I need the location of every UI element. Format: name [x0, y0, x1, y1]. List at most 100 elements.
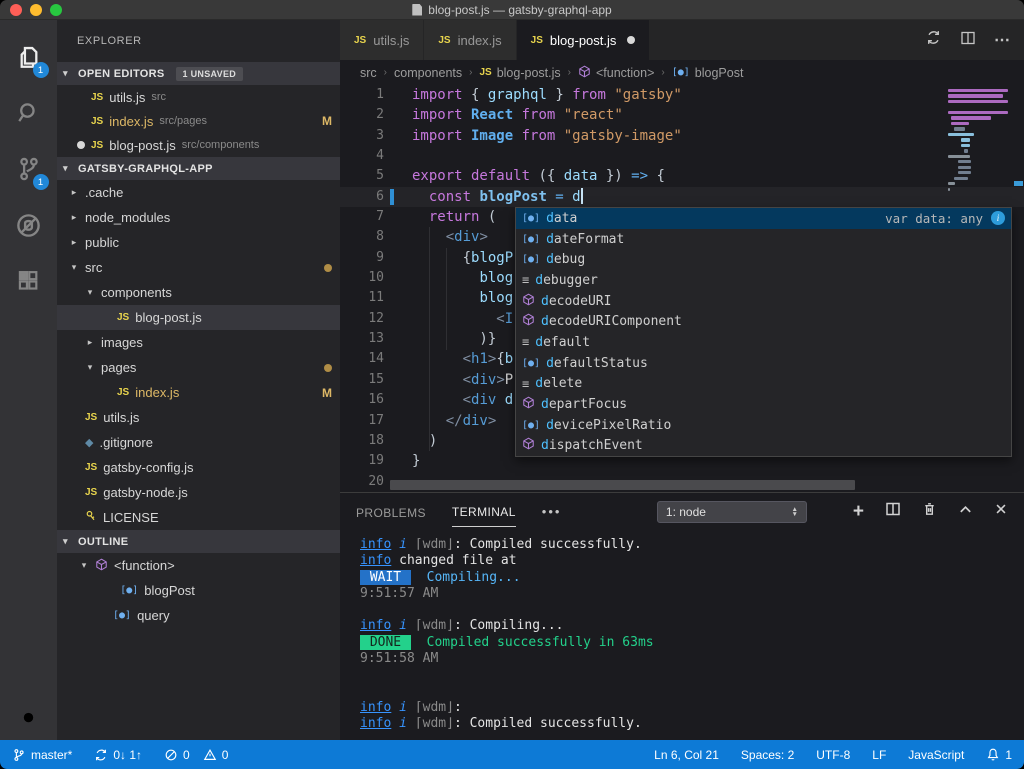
tree-item--cache[interactable]: ▸ .cache	[57, 180, 340, 205]
code-line-3: 3 import Image from "gatsby-image"	[340, 126, 1024, 146]
explorer-icon[interactable]: 1	[7, 34, 51, 80]
outline-item-blogpost[interactable]: [●] blogPost	[57, 578, 340, 603]
maximize-panel-icon[interactable]	[958, 502, 973, 522]
explorer-badge: 1	[32, 62, 49, 78]
modified-dot	[77, 141, 85, 149]
tab-blog-post-js[interactable]: JS blog-post.js	[516, 20, 651, 60]
suggestion-debugger[interactable]: ≡ debugger	[516, 270, 1011, 291]
suggestion-default[interactable]: ≡ default	[516, 332, 1011, 353]
panel-header: PROBLEMS TERMINAL ••• 1: node ▲ ▼ +	[340, 493, 1024, 530]
breadcrumb-blog-post-js[interactable]: JS blog-post.js	[479, 66, 560, 80]
eol-item[interactable]: LF	[872, 748, 886, 762]
outline-item--function-[interactable]: ▾ <function>	[57, 553, 340, 578]
suggestion-debug[interactable]: [●] debug	[516, 249, 1011, 270]
indentation-item[interactable]: Spaces: 2	[741, 748, 794, 762]
language-mode-item[interactable]: JavaScript	[908, 748, 964, 762]
minimap[interactable]	[948, 89, 1012, 199]
encoding-item[interactable]: UTF-8	[816, 748, 850, 762]
suggestion-devicePixelRatio[interactable]: [●] devicePixelRatio	[516, 415, 1011, 436]
editor-region: JS utils.js JS index.js JS blog-post.js ⋯ src…	[340, 20, 1024, 740]
extensions-icon[interactable]	[7, 258, 51, 304]
suggestion-delete[interactable]: ≡ delete	[516, 374, 1011, 395]
zoom-window-button[interactable]	[50, 4, 62, 16]
panel-more-icon[interactable]: •••	[542, 504, 562, 519]
file-tree: ▸ .cache ▸ node_modules ▸ public ▾ src ▾ componen…	[57, 180, 340, 530]
outline-item-query[interactable]: [●] query	[57, 603, 340, 628]
tab-terminal[interactable]: TERMINAL	[451, 496, 516, 527]
tree-item-components[interactable]: ▾ components	[57, 280, 340, 305]
activity-bar: 1 1	[0, 20, 57, 740]
breadcrumb-separator-icon: ›	[567, 67, 571, 78]
tree-item-gatsby-config-js[interactable]: JS gatsby-config.js	[57, 455, 340, 480]
tree-item-src[interactable]: ▾ src	[57, 255, 340, 280]
status-bar: master* 0↓ 1↑ 0 0 Ln 6, Col 21 Spaces: 2…	[0, 740, 1024, 769]
tree-item-license[interactable]: LICENSE	[57, 505, 340, 530]
debug-icon[interactable]	[7, 202, 51, 248]
document-icon	[412, 3, 423, 16]
outline-list: ▾ <function> [●] blogPost [●] query	[57, 553, 340, 628]
breadcrumb-blogpost[interactable]: [●] blogPost	[672, 66, 744, 80]
line-number: 13	[368, 331, 384, 347]
chevron-down-icon: ▾	[63, 68, 68, 78]
breadcrumb-separator-icon: ›	[383, 67, 388, 78]
horizontal-scrollbar[interactable]	[390, 480, 855, 490]
project-root-header[interactable]: ▾ GATSBY-GRAPHQL-APP	[57, 157, 340, 180]
breadcrumbs[interactable]: src › components › JS blog-post.js › <function>…	[340, 60, 1024, 85]
suggestion-departFocus[interactable]: departFocus	[516, 394, 1011, 415]
suggestion-dispatchEvent[interactable]: dispatchEvent	[516, 436, 1011, 457]
tab-utils-js[interactable]: JS utils.js	[340, 20, 425, 60]
tab-index-js[interactable]: JS index.js	[424, 20, 517, 60]
breadcrumb-components[interactable]: components	[394, 66, 462, 80]
split-editor-icon[interactable]	[960, 30, 976, 51]
tree-item-public[interactable]: ▸ public	[57, 230, 340, 255]
git-branch-item[interactable]: master*	[12, 748, 72, 762]
open-editor-item[interactable]: JS index.js src/pages M	[57, 109, 340, 133]
close-window-button[interactable]	[10, 4, 22, 16]
open-editor-item[interactable]: JS blog-post.js src/components	[57, 133, 340, 157]
search-icon[interactable]	[7, 90, 51, 136]
breadcrumb--function-[interactable]: <function>	[578, 65, 654, 81]
new-terminal-icon[interactable]: +	[853, 502, 864, 521]
symbol-keyword-icon: ≡	[522, 335, 530, 350]
tree-item--gitignore[interactable]: ◆ .gitignore	[57, 430, 340, 455]
code-editor[interactable]: 1 import { graphql } from "gatsby" 2 import…	[340, 85, 1024, 492]
line-number: 9	[376, 249, 384, 265]
outline-header[interactable]: ▾ OUTLINE	[57, 530, 340, 553]
line-number: 3	[376, 127, 384, 143]
suggestion-decodeURIComponent[interactable]: decodeURIComponent	[516, 311, 1011, 332]
open-editor-item[interactable]: JS utils.js src	[57, 85, 340, 109]
sync-editors-icon[interactable]	[925, 29, 942, 51]
code-line-6: 6 const blogPost = d	[340, 186, 1024, 208]
tree-item-pages[interactable]: ▾ pages	[57, 355, 340, 380]
twistie-icon: ▾	[81, 560, 87, 570]
kill-terminal-icon[interactable]	[922, 501, 937, 522]
suggestion-data[interactable]: [●] data var data: any i	[516, 208, 1011, 229]
cursor-position-item[interactable]: Ln 6, Col 21	[654, 748, 719, 762]
suggestion-defaultStatus[interactable]: [●] defaultStatus	[516, 353, 1011, 374]
terminal-output[interactable]: info i ⌈wdm⌋: Compiled successfully. info…	[340, 530, 1024, 740]
gitignore-icon: ◆	[85, 437, 94, 449]
problems-item[interactable]: 0 0	[164, 748, 228, 762]
split-terminal-icon[interactable]	[885, 501, 901, 522]
tree-item-blog-post-js[interactable]: JS blog-post.js	[57, 305, 340, 330]
open-editors-header[interactable]: ▾ OPEN EDITORS 1 UNSAVED	[57, 62, 340, 85]
settings-gear-icon[interactable]	[0, 705, 57, 730]
sync-changes-item[interactable]: 0↓ 1↑	[94, 748, 142, 762]
tree-item-gatsby-node-js[interactable]: JS gatsby-node.js	[57, 480, 340, 505]
minimize-window-button[interactable]	[30, 4, 42, 16]
notifications-item[interactable]: 1	[986, 747, 1012, 762]
tab-problems[interactable]: PROBLEMS	[356, 497, 426, 527]
tree-item-index-js[interactable]: JS index.js M	[57, 380, 340, 405]
tree-item-images[interactable]: ▸ images	[57, 330, 340, 355]
suggestion-decodeURI[interactable]: decodeURI	[516, 291, 1011, 312]
breadcrumb-src[interactable]: src	[360, 66, 377, 80]
close-panel-icon[interactable]	[994, 502, 1008, 521]
tree-item-node-modules[interactable]: ▸ node_modules	[57, 205, 340, 230]
js-file-icon: JS	[91, 139, 104, 151]
source-control-icon[interactable]: 1	[7, 146, 51, 192]
suggestion-dateFormat[interactable]: [●] dateFormat	[516, 229, 1011, 250]
terminal-select[interactable]: 1: node ▲ ▼	[656, 500, 807, 523]
tree-item-utils-js[interactable]: JS utils.js	[57, 405, 340, 430]
more-actions-icon[interactable]: ⋯	[994, 30, 1010, 50]
